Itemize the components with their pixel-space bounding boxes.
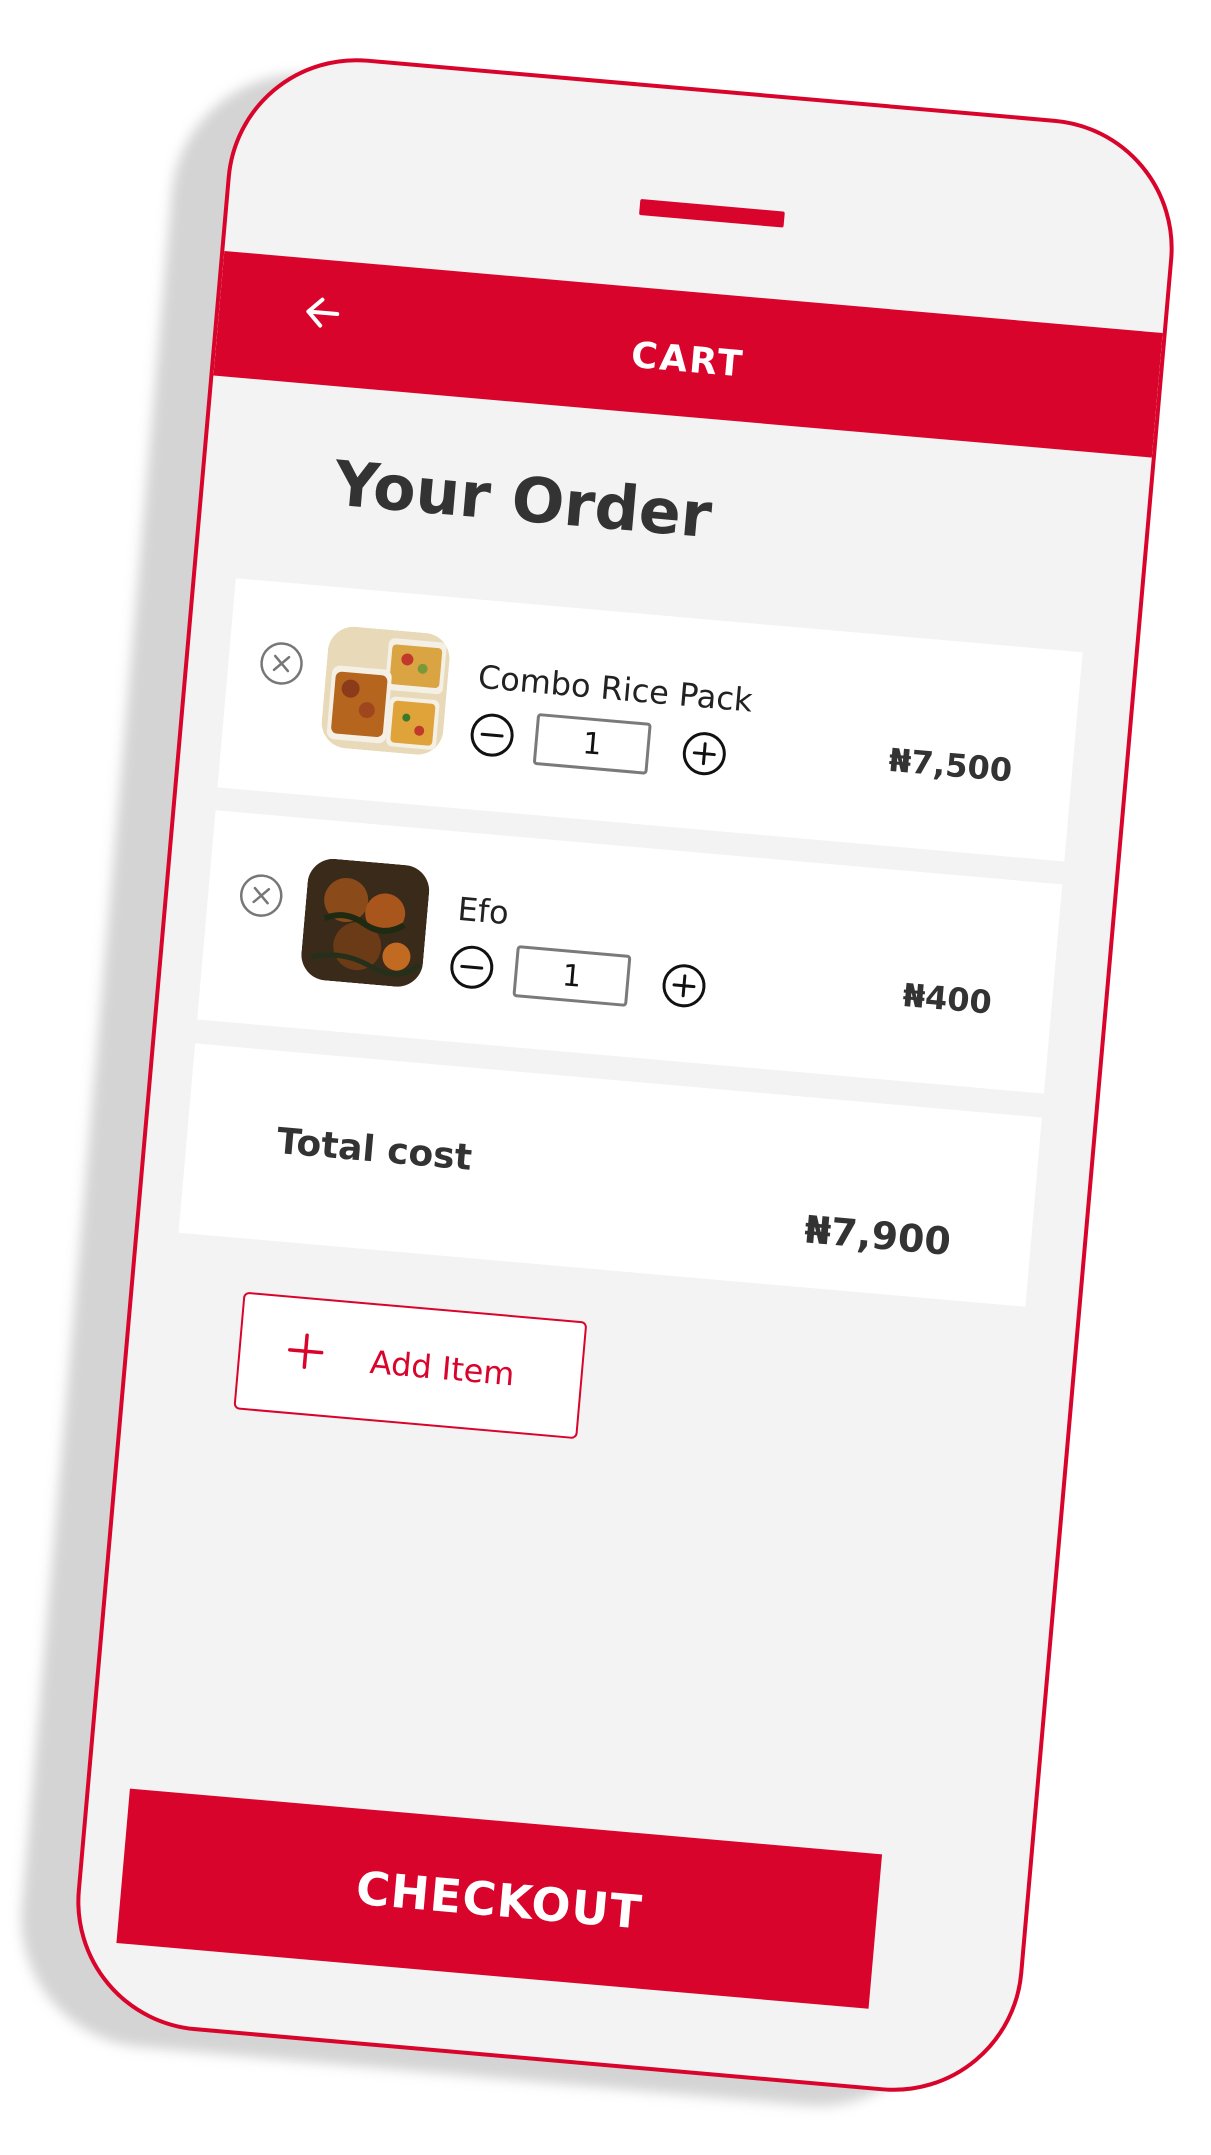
plus-circle-icon (682, 732, 726, 776)
decrease-quantity-button[interactable] (466, 709, 518, 761)
header-title: CART (629, 334, 746, 386)
phone-speaker (639, 199, 785, 228)
minus-circle-icon (470, 713, 514, 757)
close-circle-icon (240, 874, 283, 917)
page-title: Your Order (331, 446, 715, 553)
stage: CART Your Order Combo Rice Pack 1 ₦7,500… (0, 0, 1211, 2155)
add-item-button[interactable]: Add Item (233, 1291, 588, 1440)
checkout-button[interactable]: CHECKOUT (116, 1788, 883, 2009)
cart-item: Efo ₦400 (197, 810, 1063, 1094)
total-card: Total cost ₦7,900 (178, 1043, 1042, 1307)
close-circle-icon (260, 642, 303, 685)
remove-item-button[interactable] (257, 639, 307, 689)
decrease-quantity-button[interactable] (446, 941, 498, 993)
total-value: ₦7,900 (802, 1207, 953, 1264)
plus-circle-icon (662, 964, 706, 1008)
efo-photo (299, 856, 432, 989)
increase-quantity-button[interactable] (658, 960, 710, 1012)
increase-quantity-button[interactable] (678, 728, 730, 780)
quantity-field[interactable] (512, 945, 632, 1007)
quantity-field[interactable] (532, 712, 652, 775)
item-name: Combo Rice Pack (476, 657, 755, 720)
combo-rice-pack-photo (319, 624, 452, 757)
item-name: Efo (456, 889, 511, 933)
add-item-label: Add Item (368, 1342, 517, 1394)
checkout-label: CHECKOUT (353, 1860, 645, 1940)
app-header: CART (213, 250, 1163, 458)
item-price: ₦7,500 (887, 740, 1014, 790)
cart-item: Combo Rice Pack ₦7,500 (217, 578, 1083, 862)
total-label: Total cost (275, 1120, 474, 1179)
remove-item-button[interactable] (236, 871, 286, 921)
plus-icon (288, 1333, 324, 1369)
phone-frame: CART Your Order Combo Rice Pack 1 ₦7,500… (65, 47, 1185, 2103)
minus-circle-icon (450, 945, 494, 989)
item-price: ₦400 (901, 975, 994, 1022)
